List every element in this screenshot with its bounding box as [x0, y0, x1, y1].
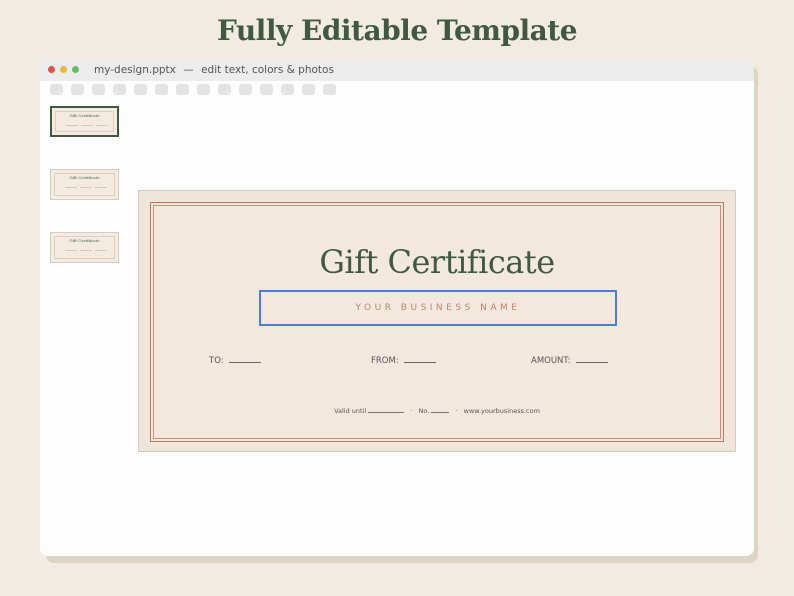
footer-dot: · — [455, 407, 458, 415]
toolbar-button[interactable] — [176, 84, 189, 95]
thumbnail-line — [80, 250, 92, 251]
footer-dot: · — [410, 407, 413, 415]
slide-thumbnail-3[interactable]: Gift Certificate — [50, 232, 119, 263]
toolbar-button[interactable] — [134, 84, 147, 95]
thumbnail-line — [95, 187, 107, 188]
thumbnail-line — [66, 125, 78, 126]
thumbnail-title: Gift Certificate — [69, 238, 100, 243]
to-field[interactable]: TO: — [209, 356, 261, 366]
window-title: my-design.pptx — edit text, colors & pho… — [94, 64, 334, 76]
amount-field[interactable]: AMOUNT: — [531, 356, 608, 366]
toolbar-button[interactable] — [260, 84, 273, 95]
title-separator: — — [183, 63, 194, 76]
amount-label: AMOUNT: — [531, 356, 571, 366]
toolbar-button[interactable] — [92, 84, 105, 95]
certificate-footer: Valid until · No. · www.yourbusiness.com — [151, 407, 723, 415]
thumbnail-line — [65, 187, 77, 188]
valid-until-label: Valid until — [334, 407, 367, 415]
toolbar-button[interactable] — [71, 84, 84, 95]
number-blank[interactable] — [431, 408, 450, 413]
window-subtitle: edit text, colors & photos — [201, 63, 334, 76]
from-label: FROM: — [371, 356, 399, 366]
thumbnail-line — [95, 250, 107, 251]
certificate: Gift Certificate YOUR BUSINESS NAME TO: … — [150, 202, 724, 442]
amount-blank[interactable] — [575, 356, 608, 363]
to-blank[interactable] — [228, 356, 261, 363]
to-label: TO: — [209, 356, 224, 366]
toolbar-button[interactable] — [113, 84, 126, 95]
app-window: my-design.pptx — edit text, colors & pho… — [40, 58, 754, 556]
valid-until-blank[interactable] — [368, 408, 405, 413]
thumbnail-line — [81, 125, 93, 126]
thumbnail-line — [65, 250, 77, 251]
certificate-title[interactable]: Gift Certificate — [151, 243, 723, 281]
minimize-window-button[interactable] — [60, 66, 67, 73]
number-label: No. — [418, 407, 430, 415]
toolbar — [40, 81, 754, 97]
thumbnail-line — [96, 125, 108, 126]
toolbar-button[interactable] — [323, 84, 336, 95]
slide-canvas[interactable]: Gift Certificate YOUR BUSINESS NAME TO: … — [138, 190, 736, 452]
thumbnail-line — [80, 187, 92, 188]
title-bar: my-design.pptx — edit text, colors & pho… — [40, 58, 754, 81]
toolbar-button[interactable] — [197, 84, 210, 95]
close-window-button[interactable] — [48, 66, 55, 73]
toolbar-button[interactable] — [239, 84, 252, 95]
thumbnail-title: Gift Certificate — [69, 175, 100, 180]
filename: my-design.pptx — [94, 63, 176, 76]
maximize-window-button[interactable] — [72, 66, 79, 73]
from-blank[interactable] — [403, 356, 436, 363]
toolbar-button[interactable] — [218, 84, 231, 95]
slide-thumbnail-2[interactable]: Gift Certificate — [50, 169, 119, 200]
toolbar-button[interactable] — [302, 84, 315, 95]
toolbar-button[interactable] — [50, 84, 63, 95]
website: www.yourbusiness.com — [463, 407, 540, 415]
toolbar-button[interactable] — [155, 84, 168, 95]
business-name-textbox[interactable]: YOUR BUSINESS NAME — [259, 290, 617, 326]
business-name[interactable]: YOUR BUSINESS NAME — [356, 303, 521, 313]
page-title: Fully Editable Template — [216, 14, 578, 47]
from-field[interactable]: FROM: — [371, 356, 436, 366]
slide-thumbnail-1[interactable]: Gift Certificate — [50, 106, 119, 137]
toolbar-button[interactable] — [281, 84, 294, 95]
thumbnail-title: Gift Certificate — [69, 113, 100, 118]
